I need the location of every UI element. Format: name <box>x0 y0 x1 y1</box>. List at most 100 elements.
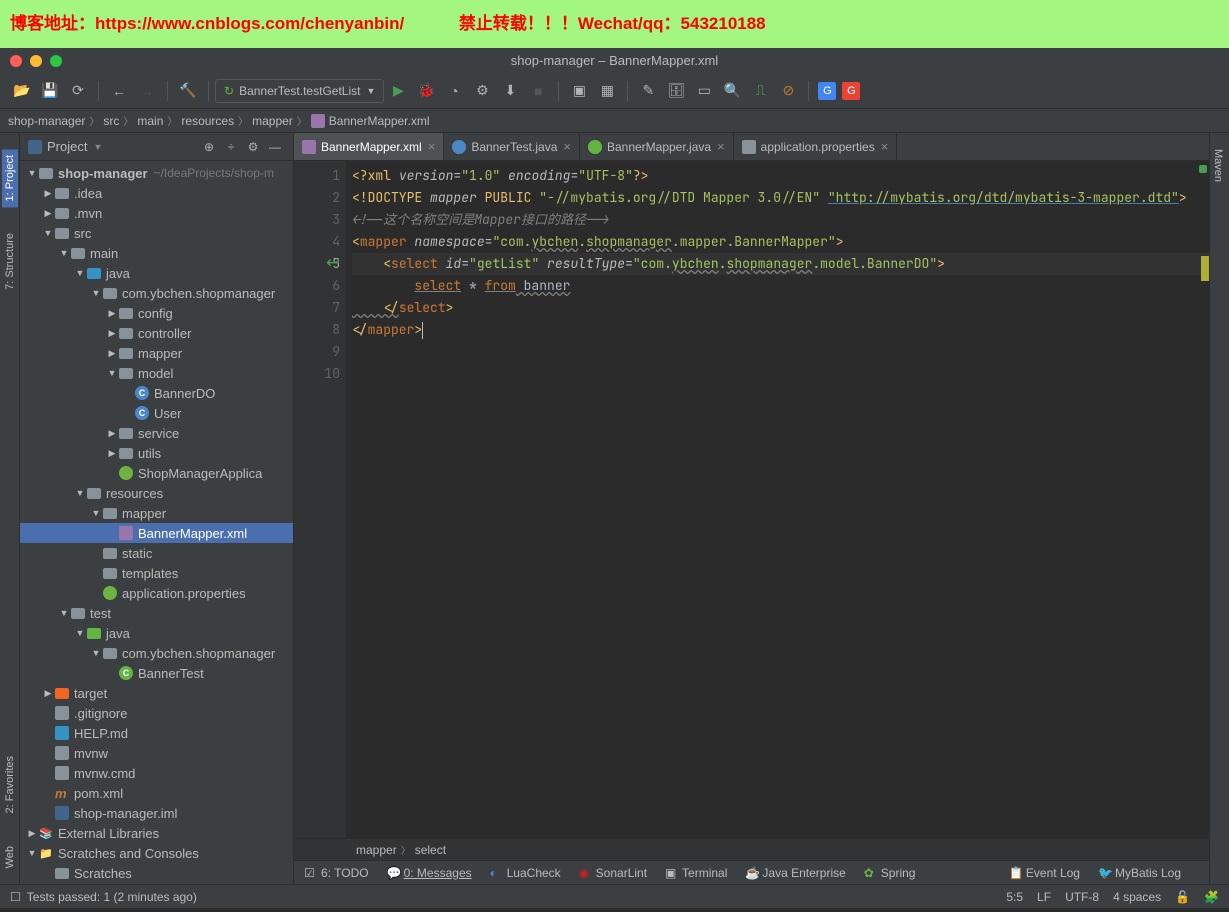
tab-app-properties[interactable]: application.properties× <box>734 133 898 160</box>
crumb-resources[interactable]: resources <box>181 114 234 128</box>
back-icon[interactable]: ← <box>108 80 130 102</box>
tree-extlibs[interactable]: ▶📚External Libraries <box>20 823 293 843</box>
profile-icon[interactable]: ⚙ <box>471 80 493 102</box>
tool-tab-web[interactable]: Web <box>2 840 18 874</box>
window-minimize-icon[interactable] <box>30 55 42 67</box>
tree-scratches-sub[interactable]: Scratches <box>20 863 293 883</box>
tree-root[interactable]: ▼shop-manager~/IdeaProjects/shop-m <box>20 163 293 183</box>
tool-terminal[interactable]: ▣Terminal <box>665 866 727 880</box>
layout-icon[interactable]: ▣ <box>568 80 590 102</box>
tree-test-java[interactable]: ▼java <box>20 623 293 643</box>
editor-body[interactable]: 1 2 3 4 5 6 7 8 9 10 ↩ <?xml version="1.… <box>294 161 1209 838</box>
card-icon[interactable]: ▭ <box>693 80 715 102</box>
tree-bannertest[interactable]: CBannerTest <box>20 663 293 683</box>
reload-icon[interactable]: ⟳ <box>67 80 89 102</box>
hide-icon[interactable]: — <box>265 137 285 157</box>
tool-tab-project[interactable]: 1: Project <box>2 149 18 207</box>
tree-mvnwcmd[interactable]: mvnw.cmd <box>20 763 293 783</box>
tree-target[interactable]: ▶target <box>20 683 293 703</box>
tree-package[interactable]: ▼com.ybchen.shopmanager <box>20 283 293 303</box>
tree-test[interactable]: ▼test <box>20 603 293 623</box>
debug-icon[interactable]: 🐞 <box>415 80 437 102</box>
tree-gitignore[interactable]: .gitignore <box>20 703 293 723</box>
tree-service[interactable]: ▶service <box>20 423 293 443</box>
tab-bannertest-java[interactable]: BannerTest.java× <box>444 133 580 160</box>
tool-spring[interactable]: ✿Spring <box>864 866 916 880</box>
search-icon[interactable]: 🔍 <box>721 80 743 102</box>
method-implementation-icon[interactable]: ↩ <box>326 253 340 273</box>
build-icon[interactable]: 🔨 <box>177 80 199 102</box>
breadcrumb-select[interactable]: select <box>415 843 446 857</box>
scroll-from-source-icon[interactable]: ⊕ <box>199 137 219 157</box>
breadcrumb-mapper[interactable]: mapper <box>356 843 397 857</box>
tree-scratches[interactable]: ▼📁Scratches and Consoles <box>20 843 293 863</box>
tree-appprops[interactable]: application.properties <box>20 583 293 603</box>
attach-icon[interactable]: ⬇ <box>499 80 521 102</box>
tree-main[interactable]: ▼main <box>20 243 293 263</box>
warning-marker-icon[interactable] <box>1201 256 1209 281</box>
tool-luacheck[interactable]: ◐LuaCheck <box>490 866 561 880</box>
tab-bannermapper-java[interactable]: BannerMapper.java× <box>580 133 734 160</box>
tool-messages[interactable]: 💬0: Messages <box>387 866 472 880</box>
tree-static[interactable]: static <box>20 543 293 563</box>
tool-javaee[interactable]: ☕Java Enterprise <box>745 866 845 880</box>
pulse-icon[interactable]: ⎍ <box>749 80 771 102</box>
tree-controller[interactable]: ▶controller <box>20 323 293 343</box>
tree-bannermapper-xml[interactable]: BannerMapper.xml <box>20 523 293 543</box>
status-line-ending[interactable]: LF <box>1037 890 1051 904</box>
tree-utils[interactable]: ▶utils <box>20 443 293 463</box>
tree-resources[interactable]: ▼resources <box>20 483 293 503</box>
tool-tab-favorites[interactable]: 2: Favorites <box>2 750 18 819</box>
inspections-ok-icon[interactable] <box>1199 165 1207 173</box>
project-tree[interactable]: ▼shop-manager~/IdeaProjects/shop-m ▶.ide… <box>20 161 293 884</box>
tool-todo[interactable]: ☑6: TODO <box>304 866 369 880</box>
tree-model[interactable]: ▼model <box>20 363 293 383</box>
tree-test-pkg[interactable]: ▼com.ybchen.shopmanager <box>20 643 293 663</box>
collapse-icon[interactable]: ÷ <box>221 137 241 157</box>
status-indent[interactable]: 4 spaces <box>1113 890 1161 904</box>
coverage-icon[interactable]: ◔ <box>443 80 465 102</box>
close-icon[interactable]: × <box>428 139 436 154</box>
close-icon[interactable]: × <box>563 139 571 154</box>
tree-java[interactable]: ▼java <box>20 263 293 283</box>
tree-config[interactable]: ▶config <box>20 303 293 323</box>
memory-indicator-icon[interactable]: 🧩 <box>1204 890 1219 904</box>
db-icon[interactable]: 🗄 <box>665 80 687 102</box>
tree-user[interactable]: CUser <box>20 403 293 423</box>
code-editor[interactable]: <?xml version="1.0" encoding="UTF-8"?> <… <box>346 161 1209 838</box>
tool-eventlog[interactable]: 📋Event Log <box>1009 866 1080 880</box>
forward-icon[interactable]: → <box>136 80 158 102</box>
tree-helpmd[interactable]: HELP.md <box>20 723 293 743</box>
crumb-main[interactable]: main <box>137 114 163 128</box>
tree-src[interactable]: ▼src <box>20 223 293 243</box>
status-encoding[interactable]: UTF-8 <box>1065 890 1099 904</box>
tree-mvnw[interactable]: mvnw <box>20 743 293 763</box>
chevron-down-icon[interactable]: ▼ <box>93 142 102 152</box>
tree-iml[interactable]: shop-manager.iml <box>20 803 293 823</box>
tab-bannermapper-xml[interactable]: BannerMapper.xml× <box>294 133 444 160</box>
tree-shopapp[interactable]: ShopManagerApplica <box>20 463 293 483</box>
open-file-icon[interactable]: 📂 <box>11 80 33 102</box>
tool-mybatislog[interactable]: 🐦MyBatis Log <box>1098 866 1181 880</box>
tree-bannerdo[interactable]: CBannerDO <box>20 383 293 403</box>
save-icon[interactable]: 💾 <box>39 80 61 102</box>
close-icon[interactable]: × <box>717 139 725 154</box>
gear-icon[interactable]: ⚙ <box>243 137 263 157</box>
error-stripe[interactable] <box>1197 161 1209 838</box>
tree-pomxml[interactable]: mpom.xml <box>20 783 293 803</box>
tree-mapper-pkg[interactable]: ▶mapper <box>20 343 293 363</box>
tool-sonarlint[interactable]: ◉SonarLint <box>579 866 647 880</box>
tree-mvn[interactable]: ▶.mvn <box>20 203 293 223</box>
tree-templates[interactable]: templates <box>20 563 293 583</box>
window-close-icon[interactable] <box>10 55 22 67</box>
stop-icon[interactable]: ■ <box>527 80 549 102</box>
forbid-icon[interactable]: ⊘ <box>777 80 799 102</box>
close-icon[interactable]: × <box>881 139 889 154</box>
run-icon[interactable]: ▶ <box>387 80 409 102</box>
status-caret-position[interactable]: 5:5 <box>1006 890 1023 904</box>
translate-blue-icon[interactable]: G <box>818 82 836 100</box>
tool-tab-structure[interactable]: 7: Structure <box>2 227 18 296</box>
window-zoom-icon[interactable] <box>50 55 62 67</box>
crumb-mapper[interactable]: mapper <box>252 114 293 128</box>
readonly-lock-icon[interactable]: 🔓 <box>1175 890 1190 904</box>
